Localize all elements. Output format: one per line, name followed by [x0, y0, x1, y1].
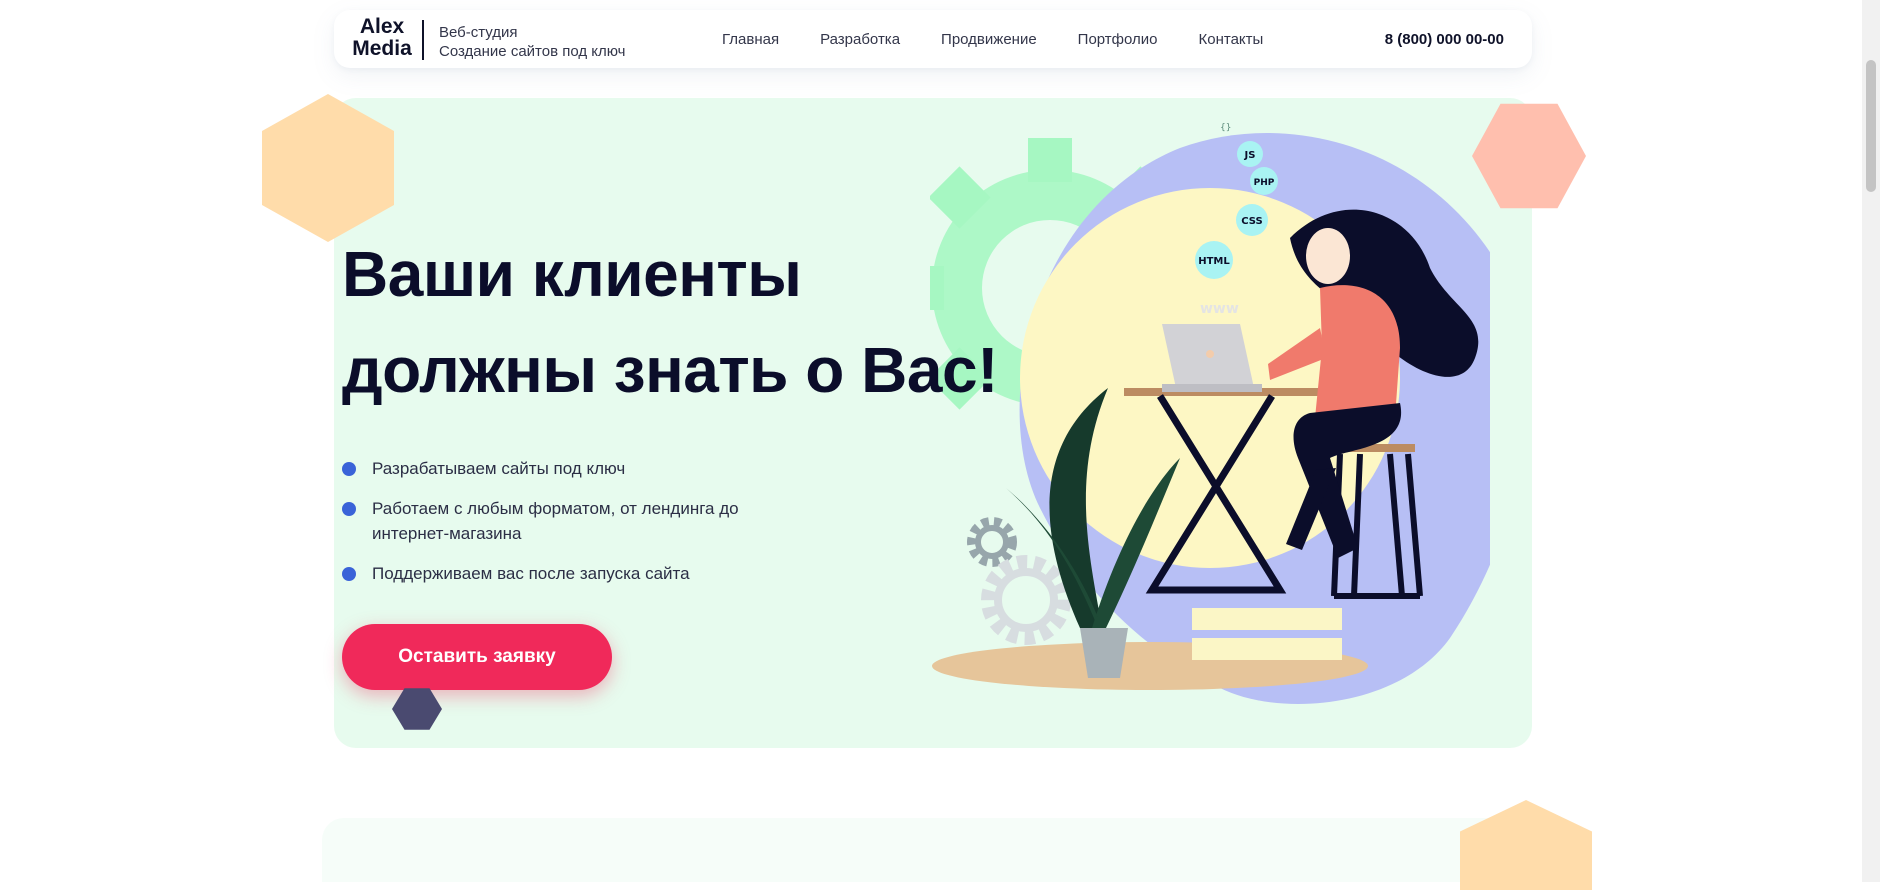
feature-list: Разрабатываем сайты под ключ Работаем с …: [342, 456, 812, 601]
svg-text:HTML: HTML: [1198, 256, 1230, 267]
svg-text:JS: JS: [1244, 150, 1256, 161]
phone-link[interactable]: 8 (800) 000 00-00: [1385, 31, 1504, 48]
feature-text: Работаем с любым форматом, от лендинга д…: [372, 499, 739, 543]
nav-item-development[interactable]: Разработка: [820, 31, 900, 48]
bullet-icon: [342, 567, 356, 581]
logo[interactable]: Alex Media: [342, 16, 422, 60]
svg-text:PHP: PHP: [1254, 178, 1275, 188]
scrollbar-thumb[interactable]: [1866, 60, 1876, 192]
feature-text: Поддерживаем вас после запуска сайта: [372, 564, 690, 583]
hero-title-line1: Ваши клиенты: [342, 238, 802, 310]
logo-line1: Alex: [359, 15, 405, 38]
nav-item-promotion[interactable]: Продвижение: [941, 31, 1037, 48]
feature-text: Разрабатываем сайты под ключ: [372, 459, 626, 478]
hero-title: Ваши клиенты должны знать о Вас!: [342, 226, 998, 418]
www-label: www: [1200, 301, 1239, 317]
css-bubble: CSS: [1236, 204, 1268, 236]
brace-label: {}: [1220, 123, 1231, 133]
html-bubble: HTML: [1195, 241, 1233, 279]
bullet-icon: [342, 502, 356, 516]
js-bubble: JS: [1237, 141, 1263, 167]
hexagon-decor: [1460, 800, 1592, 890]
tagline: Веб-студия Создание сайтов под ключ: [439, 23, 626, 61]
feature-item: Разрабатываем сайты под ключ: [342, 456, 812, 481]
feature-item: Поддерживаем вас после запуска сайта: [342, 561, 812, 586]
nav-item-home[interactable]: Главная: [722, 31, 779, 48]
page-scrollbar[interactable]: [1862, 0, 1880, 882]
gear-icon: [967, 517, 1017, 567]
php-bubble: PHP: [1250, 167, 1278, 195]
logo-line2: Media: [352, 37, 412, 60]
logo-divider: [422, 20, 424, 60]
tagline-title: Веб-студия: [439, 24, 518, 41]
next-section: [322, 818, 1552, 882]
tagline-subtitle: Создание сайтов под ключ: [439, 43, 626, 60]
bullet-icon: [342, 462, 356, 476]
nav-item-portfolio[interactable]: Портфолио: [1078, 31, 1158, 48]
nav-item-contacts[interactable]: Контакты: [1199, 31, 1264, 48]
developer-illustration: www {} JS PHP CSS HTML: [930, 123, 1490, 704]
feature-item: Работаем с любым форматом, от лендинга д…: [342, 496, 812, 546]
submit-request-button[interactable]: Оставить заявку: [342, 624, 612, 690]
hero-title-line2: должны знать о Вас!: [342, 334, 998, 406]
svg-text:CSS: CSS: [1241, 216, 1262, 227]
main-nav: Главная Разработка Продвижение Портфолио…: [722, 31, 1304, 48]
gear-icon: [981, 555, 1071, 645]
site-header: Alex Media Веб-студия Создание сайтов по…: [334, 10, 1532, 68]
